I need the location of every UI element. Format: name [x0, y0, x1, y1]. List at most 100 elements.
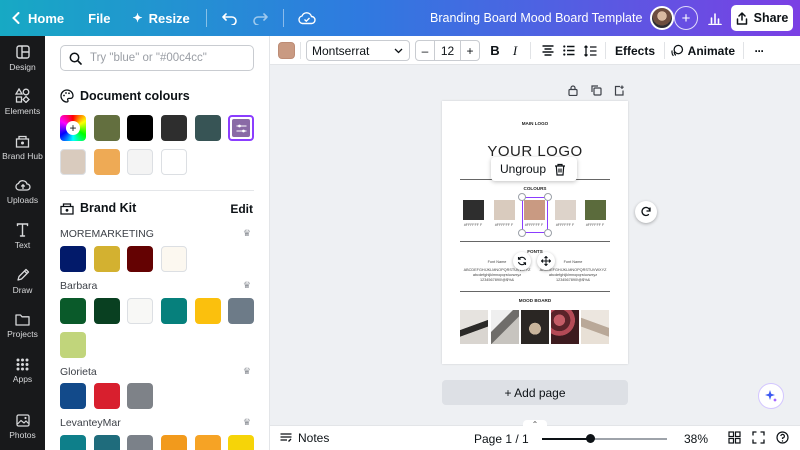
page-colour-swatch[interactable] [555, 200, 576, 220]
add-page-button[interactable]: + Add page [442, 380, 628, 405]
colour-swatch[interactable] [60, 149, 86, 175]
colour-swatch[interactable] [161, 246, 187, 272]
colour-swatch[interactable] [195, 298, 221, 324]
main-logo-text[interactable]: MAIN LOGO [442, 121, 628, 126]
page-colour-swatch[interactable] [585, 200, 606, 220]
colour-swatch[interactable] [127, 298, 153, 324]
zoom-level[interactable]: 38% [684, 432, 708, 446]
insights-button[interactable] [703, 6, 727, 30]
mood-photo[interactable] [551, 310, 579, 344]
page-colour-swatch[interactable] [463, 200, 484, 220]
help-button[interactable] [776, 431, 789, 447]
colour-swatch[interactable] [161, 149, 187, 175]
notes-button[interactable]: Notes [280, 431, 329, 445]
increase-font-size-button[interactable]: + [461, 44, 479, 58]
home-button[interactable]: Home [0, 0, 72, 36]
colour-swatch[interactable] [127, 246, 153, 272]
colour-swatch[interactable] [60, 246, 86, 272]
colour-swatch[interactable] [161, 298, 187, 324]
colour-swatch[interactable] [127, 149, 153, 175]
colour-swatch[interactable] [60, 383, 86, 409]
colour-swatch[interactable] [228, 298, 254, 324]
document-title[interactable]: Branding Board Mood Board Template [430, 0, 642, 36]
resize-button[interactable]: ✦ Resize [125, 0, 198, 36]
page-colour-swatch[interactable] [494, 200, 515, 220]
colour-swatch[interactable] [60, 298, 86, 324]
duplicate-page-button[interactable] [591, 83, 602, 101]
magic-assistant-button[interactable] [758, 383, 784, 409]
colour-swatch[interactable] [94, 149, 120, 175]
colour-swatch[interactable] [60, 332, 86, 358]
resize-handle[interactable] [518, 229, 526, 237]
selection-box[interactable] [522, 197, 548, 233]
colour-swatch[interactable] [94, 115, 120, 141]
font-size-value[interactable]: 12 [434, 41, 461, 60]
lock-page-button[interactable] [568, 83, 578, 101]
zoom-slider-handle[interactable] [586, 434, 595, 443]
edit-brand-kit-button[interactable]: Edit [230, 202, 253, 216]
undo-button[interactable] [215, 0, 245, 36]
redo-button[interactable] [245, 0, 275, 36]
resize-handle[interactable] [544, 229, 552, 237]
rail-item-apps[interactable]: Apps [0, 349, 45, 393]
rotate-handle[interactable] [513, 252, 531, 270]
colour-swatch[interactable] [195, 115, 221, 141]
colour-swatch[interactable] [161, 435, 187, 450]
zoom-slider[interactable] [542, 434, 667, 443]
colour-swatch[interactable] [127, 383, 153, 409]
rail-item-draw[interactable]: Draw [0, 259, 45, 303]
bold-button[interactable]: B [488, 40, 502, 61]
colour-swatch[interactable] [195, 435, 221, 450]
cloud-save-status-button[interactable] [292, 0, 322, 36]
fullscreen-button[interactable] [752, 431, 765, 447]
colour-swatch[interactable] [94, 298, 120, 324]
font-size-stepper[interactable]: – 12 + [415, 40, 480, 61]
font-family-select[interactable]: Montserrat [306, 40, 410, 61]
mood-photo[interactable] [581, 310, 609, 344]
add-page-icon-button[interactable] [614, 83, 625, 101]
avatar[interactable] [650, 6, 674, 30]
colour-swatch[interactable] [94, 246, 120, 272]
colour-swatch[interactable] [161, 115, 187, 141]
more-options-button[interactable]: ··· [750, 40, 768, 61]
colour-swatch[interactable] [127, 115, 153, 141]
colour-swatch[interactable] [94, 435, 120, 450]
mood-photo[interactable] [521, 310, 549, 344]
grid-view-button[interactable] [728, 431, 741, 447]
decrease-font-size-button[interactable]: – [416, 44, 434, 58]
mood-photo[interactable] [491, 310, 519, 344]
align-button[interactable] [540, 40, 556, 61]
ungroup-button[interactable]: Ungroup [500, 162, 546, 176]
colour-search[interactable] [60, 45, 254, 71]
mood-board-heading[interactable]: MOOD BOARD [442, 298, 628, 303]
trash-icon[interactable] [554, 163, 566, 176]
add-colour-button[interactable]: + [60, 115, 86, 141]
file-menu-button[interactable]: File [80, 0, 118, 36]
colours-heading[interactable]: COLOURS [442, 186, 628, 191]
rail-item-projects[interactable]: Projects [0, 304, 45, 348]
rail-item-elements[interactable]: Elements [0, 80, 45, 124]
mood-photo[interactable] [460, 310, 488, 344]
rail-item-design[interactable]: Design [0, 36, 45, 80]
chevron-up-icon[interactable]: ⌃ [523, 420, 547, 429]
list-button[interactable] [561, 40, 577, 61]
rail-item-brand-hub[interactable]: Brand Hub [0, 125, 45, 169]
page-indicator[interactable]: Page 1 / 1 [474, 432, 529, 446]
colour-search-input[interactable] [90, 52, 240, 64]
colour-swatch[interactable] [60, 435, 86, 450]
share-button[interactable]: Share [731, 5, 793, 31]
move-handle[interactable] [537, 252, 555, 270]
fonts-heading[interactable]: FONTS [442, 249, 628, 254]
text-colour-button[interactable] [278, 42, 295, 59]
rail-item-text[interactable]: Text [0, 214, 45, 258]
rail-item-photos[interactable]: Photos [0, 405, 45, 449]
design-page[interactable]: MAIN LOGO YOUR LOGO COLOURS #FFFFFF F #F… [442, 101, 628, 364]
resize-handle[interactable] [544, 193, 552, 201]
selected-colour-swatch[interactable] [228, 115, 254, 141]
italic-button[interactable]: I [508, 40, 522, 61]
refresh-button[interactable] [635, 201, 657, 223]
colour-swatch[interactable] [94, 383, 120, 409]
effects-button[interactable]: Effects [613, 40, 657, 61]
colour-swatch[interactable] [127, 435, 153, 450]
rail-item-uploads[interactable]: Uploads [0, 169, 45, 213]
